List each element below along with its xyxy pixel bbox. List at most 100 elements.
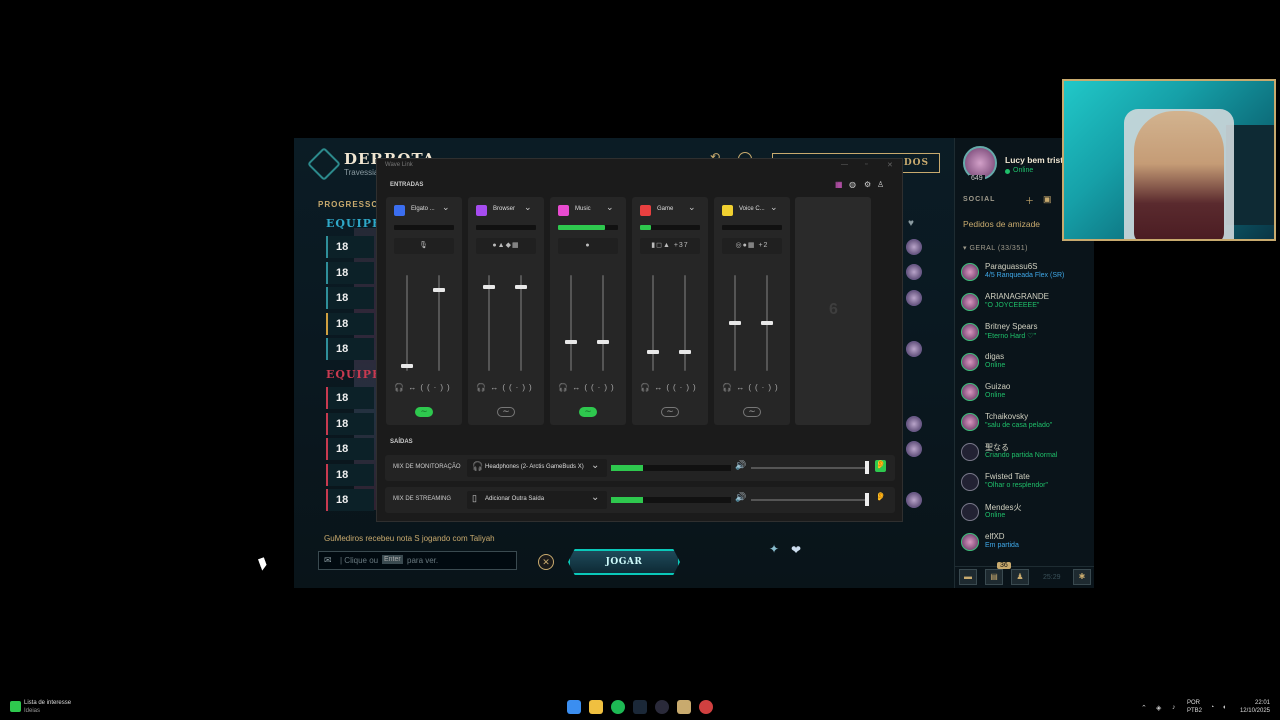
channel-controls[interactable]: 🎧↔((·)) bbox=[394, 383, 454, 392]
heart-icon[interactable]: ♥ bbox=[908, 218, 914, 229]
channel-effects-toggle[interactable]: ⁓ bbox=[579, 407, 597, 417]
channel-effects-toggle[interactable]: ⁓ bbox=[661, 407, 679, 417]
riot-client-icon[interactable] bbox=[699, 700, 713, 714]
volume-slider-handle[interactable] bbox=[865, 461, 869, 474]
output-device-select[interactable]: 🎧 Headphones (2- Arctis GameBuds X) ⌄ bbox=[467, 459, 607, 477]
volume-slider-handle[interactable] bbox=[865, 493, 869, 506]
spotify-icon[interactable] bbox=[611, 700, 625, 714]
player-honor-icon[interactable] bbox=[906, 416, 922, 432]
network-tray-icon[interactable]: ◈ bbox=[1156, 704, 1161, 712]
player-honor-icon[interactable] bbox=[906, 264, 922, 280]
user-icon[interactable]: ♙ bbox=[877, 180, 884, 189]
chevron-down-icon[interactable]: ⌄ bbox=[524, 202, 532, 213]
channel-effects-toggle[interactable]: ⁓ bbox=[415, 407, 433, 417]
channel-controls[interactable]: 🎧↔((·)) bbox=[640, 383, 700, 392]
output-device-select[interactable]: ▯ Adicionar Outra Saída ⌄ bbox=[467, 491, 607, 509]
channel-effects-toggle[interactable]: ⁓ bbox=[743, 407, 761, 417]
voice-icon[interactable]: ♟ bbox=[1011, 569, 1029, 585]
player-honor-icon[interactable] bbox=[906, 441, 922, 457]
close-icon[interactable]: ✕ bbox=[887, 161, 893, 169]
inventory-icon[interactable]: ▤ bbox=[985, 569, 1003, 585]
list-item[interactable]: elfXD Em partida bbox=[959, 530, 1091, 558]
channel-controls[interactable]: 🎧↔((·)) bbox=[558, 383, 618, 392]
chevron-down-icon[interactable]: ⌄ bbox=[688, 202, 696, 213]
widget-title[interactable]: Lista de interesse bbox=[24, 700, 71, 706]
minimize-icon[interactable]: — bbox=[841, 161, 848, 168]
close-icon[interactable]: ✕ bbox=[538, 554, 554, 570]
list-item[interactable]: Tchaikovsky "salu de casa pelado" bbox=[959, 410, 1091, 438]
stream-fader-handle[interactable] bbox=[679, 349, 691, 354]
list-item[interactable]: digas Online bbox=[959, 350, 1091, 378]
list-item[interactable]: Paraguassu6S 4/5 Ranqueada Flex (SR) bbox=[959, 260, 1091, 288]
maximize-icon[interactable]: ▫ bbox=[865, 161, 867, 168]
monitor-fader-handle[interactable] bbox=[729, 321, 741, 325]
list-item[interactable]: Mendes火 Online bbox=[959, 500, 1091, 528]
speaker-icon[interactable]: 🔊 bbox=[735, 460, 746, 471]
steam-icon[interactable] bbox=[633, 700, 647, 714]
volume-slider[interactable] bbox=[751, 499, 867, 501]
add-friend-icon[interactable]: ＋ bbox=[1025, 194, 1034, 207]
stream-fader[interactable] bbox=[520, 275, 522, 371]
windows-start-icon[interactable] bbox=[567, 700, 581, 714]
wifi-icon[interactable]: ◔ bbox=[1210, 704, 1214, 711]
chevron-down-icon[interactable]: ⌄ bbox=[606, 202, 614, 213]
monitor-fader-handle[interactable] bbox=[647, 349, 659, 354]
chevron-up-icon[interactable]: ⌃ bbox=[1141, 704, 1147, 712]
gear-icon[interactable]: ⚙ bbox=[864, 180, 871, 189]
channel-sources[interactable]: ◎●▦ +2 bbox=[722, 238, 782, 254]
chevron-down-icon[interactable]: ⌄ bbox=[770, 202, 778, 213]
player-honor-icon[interactable] bbox=[906, 239, 922, 255]
headset-icon[interactable]: ◍ bbox=[849, 180, 856, 189]
volume-icon[interactable]: ◖ bbox=[1222, 704, 1226, 711]
stream-fader-handle[interactable] bbox=[597, 340, 609, 345]
speaker-icon[interactable]: 🔊 bbox=[735, 492, 746, 503]
monitor-fader[interactable] bbox=[406, 275, 408, 371]
monitor-fader-handle[interactable] bbox=[565, 340, 577, 345]
stream-fader-handle[interactable] bbox=[761, 321, 773, 325]
channel-controls[interactable]: 🎧↔((·)) bbox=[722, 383, 782, 392]
list-item[interactable]: Guizao Online bbox=[959, 380, 1091, 408]
progress-tab[interactable]: PROGRESSO bbox=[318, 200, 379, 209]
stream-fader[interactable] bbox=[602, 275, 604, 371]
list-item[interactable]: 聖なる Criando partida Normal bbox=[959, 440, 1091, 468]
player-honor-icon[interactable] bbox=[906, 341, 922, 357]
player-honor-icon[interactable] bbox=[906, 290, 922, 306]
play-again-button[interactable]: JOGAR NOVAMENTE bbox=[568, 549, 680, 575]
chevron-down-icon[interactable]: ⌄ bbox=[442, 202, 450, 213]
volume-slider[interactable] bbox=[751, 467, 867, 469]
channel-controls[interactable]: 🎧↔((·)) bbox=[476, 383, 536, 392]
channel-effects-toggle[interactable]: ⁓ bbox=[497, 407, 515, 417]
add-folder-icon[interactable]: ▣ bbox=[1043, 194, 1052, 205]
apps-icon[interactable]: ▦ bbox=[835, 180, 843, 189]
list-item[interactable]: Britney Spears "Eterno Hard ♡" bbox=[959, 320, 1091, 348]
bug-report-icon[interactable]: ✱ bbox=[1073, 569, 1091, 585]
league-client-icon[interactable] bbox=[677, 700, 691, 714]
obs-icon[interactable] bbox=[655, 700, 669, 714]
user-status[interactable]: Online bbox=[1013, 167, 1033, 174]
clock-time[interactable]: 22:01 bbox=[1234, 700, 1270, 706]
mic-tray-icon[interactable]: ♪ bbox=[1172, 704, 1176, 711]
chat-icon[interactable]: ▬ bbox=[959, 569, 977, 585]
widget-icon[interactable] bbox=[10, 701, 21, 712]
friend-requests-link[interactable]: Pedidos de amizade bbox=[963, 219, 1040, 229]
player-honor-icon[interactable] bbox=[906, 492, 922, 508]
channel-sources[interactable]: ●▲◆▦ bbox=[476, 238, 536, 254]
file-explorer-icon[interactable] bbox=[589, 700, 603, 714]
channel-sources[interactable]: ▮◻▲ +37 bbox=[640, 238, 700, 254]
stream-fader[interactable] bbox=[684, 275, 686, 371]
monitor-fader-handle[interactable] bbox=[483, 284, 495, 289]
monitor-fader-handle[interactable] bbox=[401, 364, 413, 369]
list-item[interactable]: ARIANAGRANDE "O JOYCEEEEE" bbox=[959, 290, 1091, 318]
listen-toggle-icon[interactable]: 👂 bbox=[875, 492, 886, 504]
channel-sources[interactable]: 🎙 bbox=[394, 238, 454, 254]
listen-toggle-icon[interactable]: 👂 bbox=[875, 460, 886, 472]
monitor-fader[interactable] bbox=[652, 275, 654, 371]
language-indicator[interactable]: POR bbox=[1187, 700, 1200, 706]
stream-fader-handle[interactable] bbox=[515, 284, 527, 289]
stream-fader-handle[interactable] bbox=[433, 288, 445, 293]
monitor-fader[interactable] bbox=[488, 275, 490, 371]
list-item[interactable]: Fwisted Tate "Olhar o resplendor" bbox=[959, 470, 1091, 498]
channel-sources[interactable]: ● bbox=[558, 238, 618, 254]
friend-group-header[interactable]: ▾ GERAL (33/351) bbox=[963, 244, 1028, 252]
monitor-fader[interactable] bbox=[570, 275, 572, 371]
